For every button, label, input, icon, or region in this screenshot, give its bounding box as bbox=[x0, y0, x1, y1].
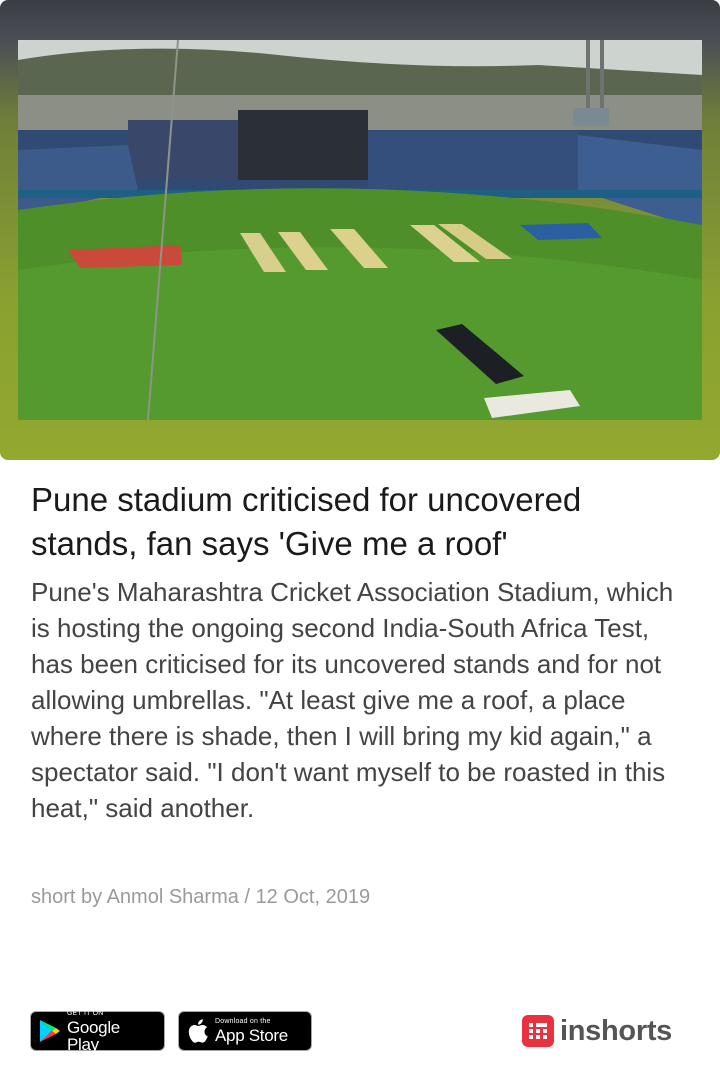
hero-image-frame bbox=[0, 0, 720, 460]
google-play-small-label: GET IT ON bbox=[66, 1009, 104, 1017]
apple-icon bbox=[188, 1019, 208, 1043]
inshorts-wordmark: inshorts bbox=[560, 1014, 672, 1047]
app-store-small-label: Download on the bbox=[215, 1018, 271, 1025]
inshorts-brand[interactable]: inshorts bbox=[522, 1013, 672, 1049]
google-play-label: Google Play bbox=[66, 1017, 120, 1054]
play-store-icon bbox=[39, 1020, 60, 1042]
app-store-badge[interactable]: Download on the App Store bbox=[178, 1011, 312, 1051]
article-byline: short by Anmol Sharma / 12 Oct, 2019 bbox=[31, 886, 371, 908]
google-play-badge[interactable]: GET IT ON Google Play bbox=[30, 1009, 165, 1054]
article-title: Pune stadium criticised for uncovered st… bbox=[31, 481, 582, 562]
inshorts-logo-icon bbox=[522, 1015, 554, 1047]
app-store-label: App Store bbox=[215, 1026, 288, 1045]
article-body: Pune's Maharashtra Cricket Association S… bbox=[31, 577, 674, 823]
stadium-photo[interactable] bbox=[18, 40, 702, 420]
